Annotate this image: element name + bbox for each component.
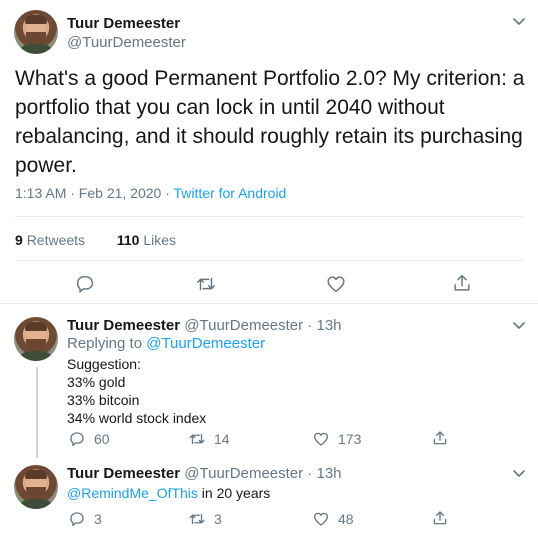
divider bbox=[15, 260, 523, 261]
reply-tweet: Tuur Demeester @TuurDemeester · 13h Repl… bbox=[0, 317, 538, 462]
like-count: 48 bbox=[338, 511, 354, 527]
main-tweet: Tuur Demeester @TuurDemeester What's a g… bbox=[0, 0, 538, 304]
reply-time[interactable]: 13h bbox=[316, 465, 341, 482]
reply-line: 33% bitcoin bbox=[67, 392, 140, 408]
share-icon bbox=[433, 431, 447, 445]
author-name[interactable]: Tuur Demeester bbox=[67, 465, 180, 482]
retweet-count: 3 bbox=[214, 511, 222, 527]
reply-button[interactable]: 3 bbox=[68, 510, 102, 528]
likes-label: Likes bbox=[143, 232, 176, 248]
retweet-count: 14 bbox=[214, 431, 230, 447]
author-name[interactable]: Tuur Demeester bbox=[67, 15, 180, 32]
like-button[interactable]: 48 bbox=[312, 510, 354, 528]
author-handle[interactable]: @TuurDemeester bbox=[67, 34, 186, 51]
like-button[interactable]: 173 bbox=[312, 430, 361, 448]
avatar[interactable] bbox=[14, 317, 58, 361]
reply-header: Tuur Demeester @TuurDemeester · 13h bbox=[67, 465, 342, 482]
like-count: 173 bbox=[338, 431, 362, 447]
replying-to: Replying to @TuurDemeester bbox=[67, 335, 265, 352]
likes-count: 110 bbox=[116, 232, 140, 248]
chevron-down-icon[interactable] bbox=[511, 317, 527, 333]
thread-connector bbox=[36, 367, 38, 458]
reply-button[interactable]: 60 bbox=[68, 430, 110, 448]
retweet-icon[interactable] bbox=[195, 273, 217, 295]
timestamp[interactable]: 1:13 AM · Feb 21, 2020 · bbox=[15, 185, 174, 201]
reply-line: Suggestion: bbox=[67, 356, 141, 372]
mention-link[interactable]: @RemindMe_OfThis bbox=[67, 485, 198, 501]
heart-icon bbox=[313, 432, 329, 446]
reply-tweet: Tuur Demeester @TuurDemeester · 13h @Rem… bbox=[0, 465, 538, 534]
retweet-button[interactable]: 3 bbox=[188, 510, 222, 528]
divider bbox=[15, 216, 523, 217]
tweet-meta: 1:13 AM · Feb 21, 2020 · Twitter for And… bbox=[15, 185, 286, 201]
reply-text: Suggestion: 33% gold 33% bitcoin 34% wor… bbox=[67, 355, 206, 427]
share-button[interactable] bbox=[431, 509, 449, 527]
retweets-count: 9 bbox=[15, 232, 23, 248]
reply-text-rest: in 20 years bbox=[197, 485, 271, 501]
share-icon[interactable] bbox=[451, 272, 473, 294]
reply-line: 33% gold bbox=[67, 374, 126, 390]
reply-header: Tuur Demeester @TuurDemeester · 13h bbox=[67, 317, 342, 334]
retweets-stat[interactable]: 9 Retweets bbox=[15, 232, 85, 248]
avatar[interactable] bbox=[14, 10, 58, 54]
share-icon bbox=[433, 511, 447, 525]
reply-text: @RemindMe_OfThis in 20 years bbox=[67, 485, 270, 501]
reply-icon bbox=[70, 432, 84, 447]
avatar[interactable] bbox=[14, 465, 58, 509]
reply-time[interactable]: 13h bbox=[316, 317, 341, 334]
tweet-stats: 9 Retweets 110 Likes bbox=[15, 232, 176, 248]
chevron-down-icon[interactable] bbox=[511, 13, 527, 29]
retweet-button[interactable]: 14 bbox=[188, 430, 230, 448]
heart-icon bbox=[313, 512, 329, 526]
reply-count: 3 bbox=[94, 511, 102, 527]
replying-label: Replying to bbox=[67, 335, 147, 352]
tweet-text: What's a good Permanent Portfolio 2.0? M… bbox=[15, 67, 525, 177]
retweet-icon bbox=[189, 433, 205, 445]
author-name[interactable]: Tuur Demeester bbox=[67, 317, 180, 334]
reply-count: 60 bbox=[94, 431, 110, 447]
source-link[interactable]: Twitter for Android bbox=[174, 185, 287, 201]
retweets-label: Retweets bbox=[26, 232, 86, 248]
heart-icon[interactable] bbox=[325, 273, 347, 295]
reply-line: 34% world stock index bbox=[67, 410, 207, 426]
retweet-icon bbox=[189, 513, 205, 525]
likes-stat[interactable]: 110 Likes bbox=[117, 232, 176, 248]
reply-icon[interactable] bbox=[74, 273, 96, 295]
author-handle[interactable]: @TuurDemeester bbox=[184, 465, 303, 482]
reply-icon bbox=[70, 512, 84, 527]
replying-to-link[interactable]: @TuurDemeester bbox=[146, 335, 265, 352]
chevron-down-icon[interactable] bbox=[511, 465, 527, 481]
share-button[interactable] bbox=[431, 429, 449, 447]
author-handle[interactable]: @TuurDemeester bbox=[184, 317, 303, 334]
